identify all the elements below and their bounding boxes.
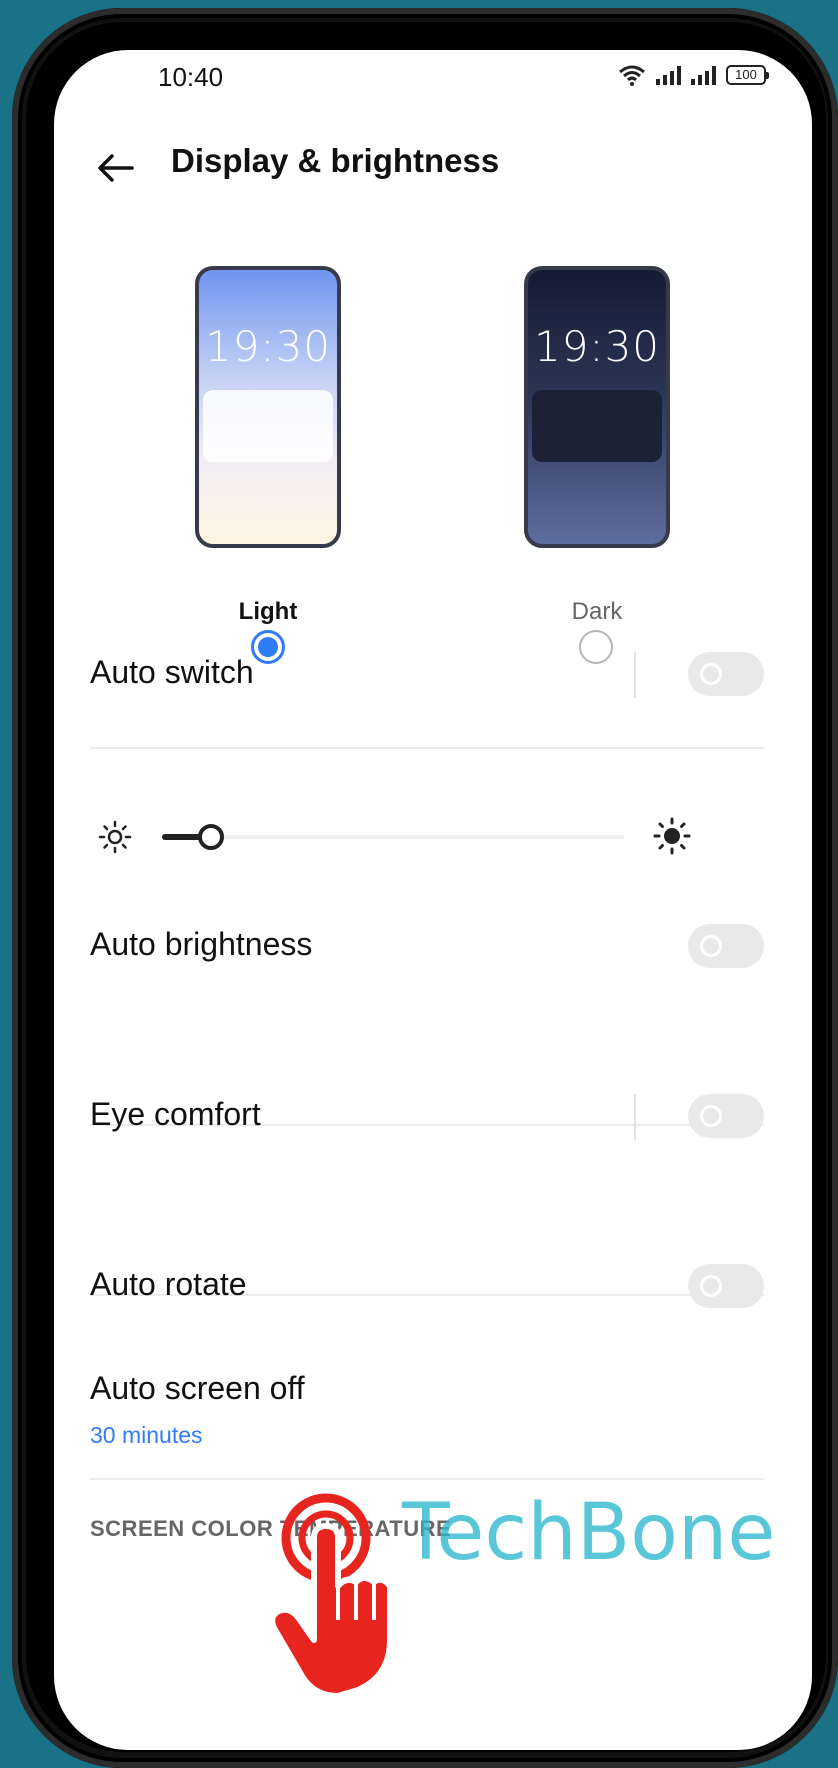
- preview-clock: 19:30: [204, 322, 332, 371]
- brightness-high-icon[interactable]: [652, 816, 692, 856]
- tap-hand-icon: [269, 1493, 393, 1699]
- wifi-icon: [619, 65, 645, 86]
- eye-comfort-label: Eye comfort: [90, 1096, 261, 1132]
- status-icons: 100: [618, 64, 769, 86]
- eye-comfort-toggle[interactable]: [688, 1094, 764, 1138]
- divider: [90, 1478, 764, 1480]
- auto-screen-off-value: 30 minutes: [90, 1422, 203, 1448]
- signal-icon-2: [691, 65, 716, 85]
- separator: [634, 1094, 636, 1140]
- light-mode-label: Light: [238, 598, 298, 625]
- dark-mode-radio[interactable]: [579, 630, 613, 664]
- auto-switch-label: Auto switch: [90, 654, 254, 690]
- battery-icon: 100: [726, 65, 769, 85]
- auto-screen-off-label[interactable]: Auto screen off: [90, 1370, 305, 1407]
- status-time: 10:40: [158, 62, 224, 92]
- separator: [634, 652, 636, 698]
- light-theme-preview[interactable]: 19:30: [195, 266, 341, 548]
- preview-clock: 19:30: [533, 322, 661, 371]
- preview-card: [532, 390, 662, 462]
- auto-rotate-label: Auto rotate: [90, 1266, 247, 1302]
- auto-brightness-toggle[interactable]: [688, 924, 764, 968]
- signal-icon: [656, 65, 681, 85]
- back-arrow-icon[interactable]: [94, 146, 138, 190]
- dark-theme-preview[interactable]: 19:30: [524, 266, 670, 548]
- auto-switch-toggle[interactable]: [688, 652, 764, 696]
- auto-brightness-label: Auto brightness: [90, 926, 313, 962]
- page-title: Display & brightness: [171, 142, 500, 179]
- preview-card: [203, 390, 333, 462]
- dark-mode-label: Dark: [571, 598, 623, 625]
- brightness-slider-track[interactable]: [162, 835, 624, 839]
- brightness-low-icon[interactable]: [98, 820, 132, 854]
- brightness-slider-thumb[interactable]: [197, 824, 224, 850]
- watermark-logo: TechBone: [402, 1488, 776, 1578]
- light-mode-radio[interactable]: [251, 630, 285, 664]
- auto-rotate-toggle[interactable]: [688, 1264, 764, 1308]
- divider: [90, 747, 764, 749]
